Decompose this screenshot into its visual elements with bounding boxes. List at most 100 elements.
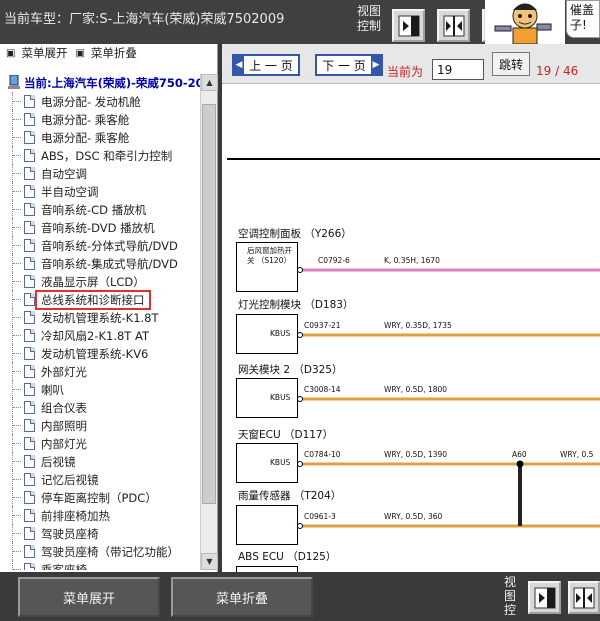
tree-item[interactable]: 喇叭 <box>0 380 200 398</box>
tree-expand-label: 菜单展开 <box>21 46 68 60</box>
scroll-thumb[interactable] <box>202 104 216 504</box>
tree-connector <box>12 236 22 254</box>
document-icon <box>24 95 35 108</box>
menu-collapse-button[interactable]: 菜单折叠 <box>171 577 313 617</box>
tree-item-label: 记忆后视镜 <box>41 473 99 487</box>
tree-item[interactable]: 电源分配- 乘客舱 <box>0 110 200 128</box>
tree-item[interactable]: 自动空调 <box>0 164 200 182</box>
tree-item[interactable]: 液晶显示屏（LCD） <box>0 272 200 290</box>
tree-item[interactable]: 驾驶员座椅（带记忆功能） <box>0 542 200 560</box>
current-vehicle-label: 当前车型：厂家:S-上海汽车(荣威)荣威7502009 <box>4 12 285 27</box>
prev-page-button[interactable]: ◀ 上 一 页 <box>232 54 300 76</box>
tree-connector <box>12 290 22 308</box>
menu-expand-button[interactable]: 菜单展开 <box>18 577 160 617</box>
tree-item-label: 半自动空调 <box>41 185 99 199</box>
tree-item[interactable]: 音响系统-DVD 播放机 <box>0 218 200 236</box>
tree-item[interactable]: 组合仪表 <box>0 398 200 416</box>
app-window: 当前车型：厂家:S-上海汽车(荣威)荣威7502009 视图控制 催盖子! ▣ … <box>0 0 600 621</box>
tree-connector <box>12 506 22 524</box>
connector-pin <box>297 267 303 273</box>
tree-connector <box>12 380 22 398</box>
mascot-speech-bubble: 催盖子! <box>566 0 600 38</box>
document-icon <box>24 167 35 180</box>
tree-item[interactable]: 半自动空调 <box>0 182 200 200</box>
document-icon <box>24 275 35 288</box>
view-split-pane-button[interactable] <box>437 9 470 42</box>
tree-connector <box>12 488 22 506</box>
tree-item[interactable]: 内部灯光 <box>0 434 200 452</box>
tree-item[interactable]: 冷却风扇2-K1.8T AT <box>0 326 200 344</box>
tree-item[interactable]: 乘客座椅 <box>0 560 200 570</box>
bottom-view-control-label: 视图控 <box>504 575 517 617</box>
document-icon <box>24 383 35 396</box>
document-icon <box>24 455 35 468</box>
document-icon <box>24 311 35 324</box>
scroll-down-icon[interactable]: ▼ <box>201 553 218 570</box>
connector-pin <box>297 332 303 338</box>
tree-connector <box>12 164 22 182</box>
bottom-view-split-pane-button[interactable] <box>568 581 600 614</box>
tree-root-label: 当前:上海汽车(荣威)-荣威750-2009 <box>24 76 200 90</box>
arrow-right-icon: ▶ <box>371 56 381 74</box>
tree-view: 当前:上海汽车(荣威)-荣威750-2009 电源分配- 发动机舱电源分配- 乘… <box>0 74 200 570</box>
tree-item[interactable]: 驾驶员座椅 <box>0 524 200 542</box>
split-right-icon <box>398 15 419 36</box>
tree-item-label: 内部照明 <box>41 419 87 433</box>
arrow-left-icon: ◀ <box>234 56 244 74</box>
document-icon <box>24 185 35 198</box>
document-icon <box>24 113 35 126</box>
tree-item[interactable]: ABS，DSC 和牵引力控制 <box>0 146 200 164</box>
tree-item[interactable]: 音响系统-集成式导航/DVD <box>0 254 200 272</box>
next-page-button[interactable]: 下 一 页 ▶ <box>315 54 383 76</box>
page-count: 19 / 46 <box>536 64 579 78</box>
tree-expand-link[interactable]: ▣ 菜单展开 <box>6 45 67 61</box>
tree-item[interactable]: 电源分配- 乘客舱 <box>0 128 200 146</box>
tree-collapse-label: 菜单折叠 <box>90 46 137 60</box>
tree-item[interactable]: 外部灯光 <box>0 362 200 380</box>
menu-tree-panel: ▣ 菜单展开 ▣ 菜单折叠 当前:上海汽车(荣威)-荣威750-2009 电源分… <box>0 44 218 572</box>
wire-lines <box>297 267 600 529</box>
tree-item-label: 电源分配- 乘客舱 <box>41 113 130 127</box>
tree-items: 电源分配- 发动机舱 电源分配- 乘客舱 电源分配- 乘客舱 ABS，DSC 和牵引力… <box>0 92 200 570</box>
document-icon <box>24 545 35 558</box>
tree-item[interactable]: 记忆后视镜 <box>0 470 200 488</box>
tree-item-label: 驾驶员座椅 <box>41 527 99 541</box>
splice-node <box>516 460 524 468</box>
tree-connector <box>12 560 22 570</box>
document-icon <box>24 563 35 570</box>
tree-item[interactable]: 后视镜 <box>0 452 200 470</box>
tree-item[interactable]: 发动机管理系统-K1.8T <box>0 308 200 326</box>
jump-button[interactable]: 跳转 <box>492 52 530 76</box>
tree-item-label: 音响系统-集成式导航/DVD <box>41 257 178 271</box>
tree-item-label: 电源分配- 发动机舱 <box>41 95 141 109</box>
mascot-icon <box>485 0 565 44</box>
page-number-input[interactable] <box>432 59 484 80</box>
tree-item-selected[interactable]: 总线系统和诊断接口 <box>0 290 200 310</box>
view-right-pane-button[interactable] <box>392 9 425 42</box>
tree-item[interactable]: 发动机管理系统-KV6 <box>0 344 200 362</box>
tree-item-label: 乘客座椅 <box>41 563 87 570</box>
tree-item-label: 总线系统和诊断接口 <box>35 290 151 310</box>
tree-item-label: 冷却风扇2-K1.8T AT <box>41 329 149 343</box>
tree-connector <box>12 434 22 452</box>
tree-item[interactable]: 内部照明 <box>0 416 200 434</box>
wiring-diagram: 空调控制面板 （Y266） 后风窗加热开关 （S120） C0792-6 K, … <box>222 84 600 572</box>
tree-item-label: 停车距离控制（PDC） <box>41 491 157 505</box>
tree-connector <box>12 218 22 236</box>
tree-vertical-scrollbar[interactable]: ▲ ▼ <box>200 74 218 570</box>
document-icon <box>24 293 35 306</box>
tree-collapse-link[interactable]: ▣ 菜单折叠 <box>75 45 136 61</box>
scroll-up-icon[interactable]: ▲ <box>201 74 218 91</box>
tree-item[interactable]: 音响系统-CD 播放机 <box>0 200 200 218</box>
tree-item[interactable]: 音响系统-分体式导航/DVD <box>0 236 200 254</box>
tree-item[interactable]: 停车距离控制（PDC） <box>0 488 200 506</box>
tree-item[interactable]: 电源分配- 发动机舱 <box>0 92 200 110</box>
document-icon <box>24 329 35 342</box>
tree-toolbar: ▣ 菜单展开 ▣ 菜单折叠 <box>0 44 217 62</box>
bottom-view-right-pane-button[interactable] <box>528 581 561 614</box>
tree-item-label: ABS，DSC 和牵引力控制 <box>41 149 173 163</box>
tree-item-label: 音响系统-DVD 播放机 <box>41 221 155 235</box>
tree-item[interactable]: 前排座椅加热 <box>0 506 200 524</box>
tree-root[interactable]: 当前:上海汽车(荣威)-荣威750-2009 <box>0 74 200 92</box>
tree-connector <box>12 416 22 434</box>
